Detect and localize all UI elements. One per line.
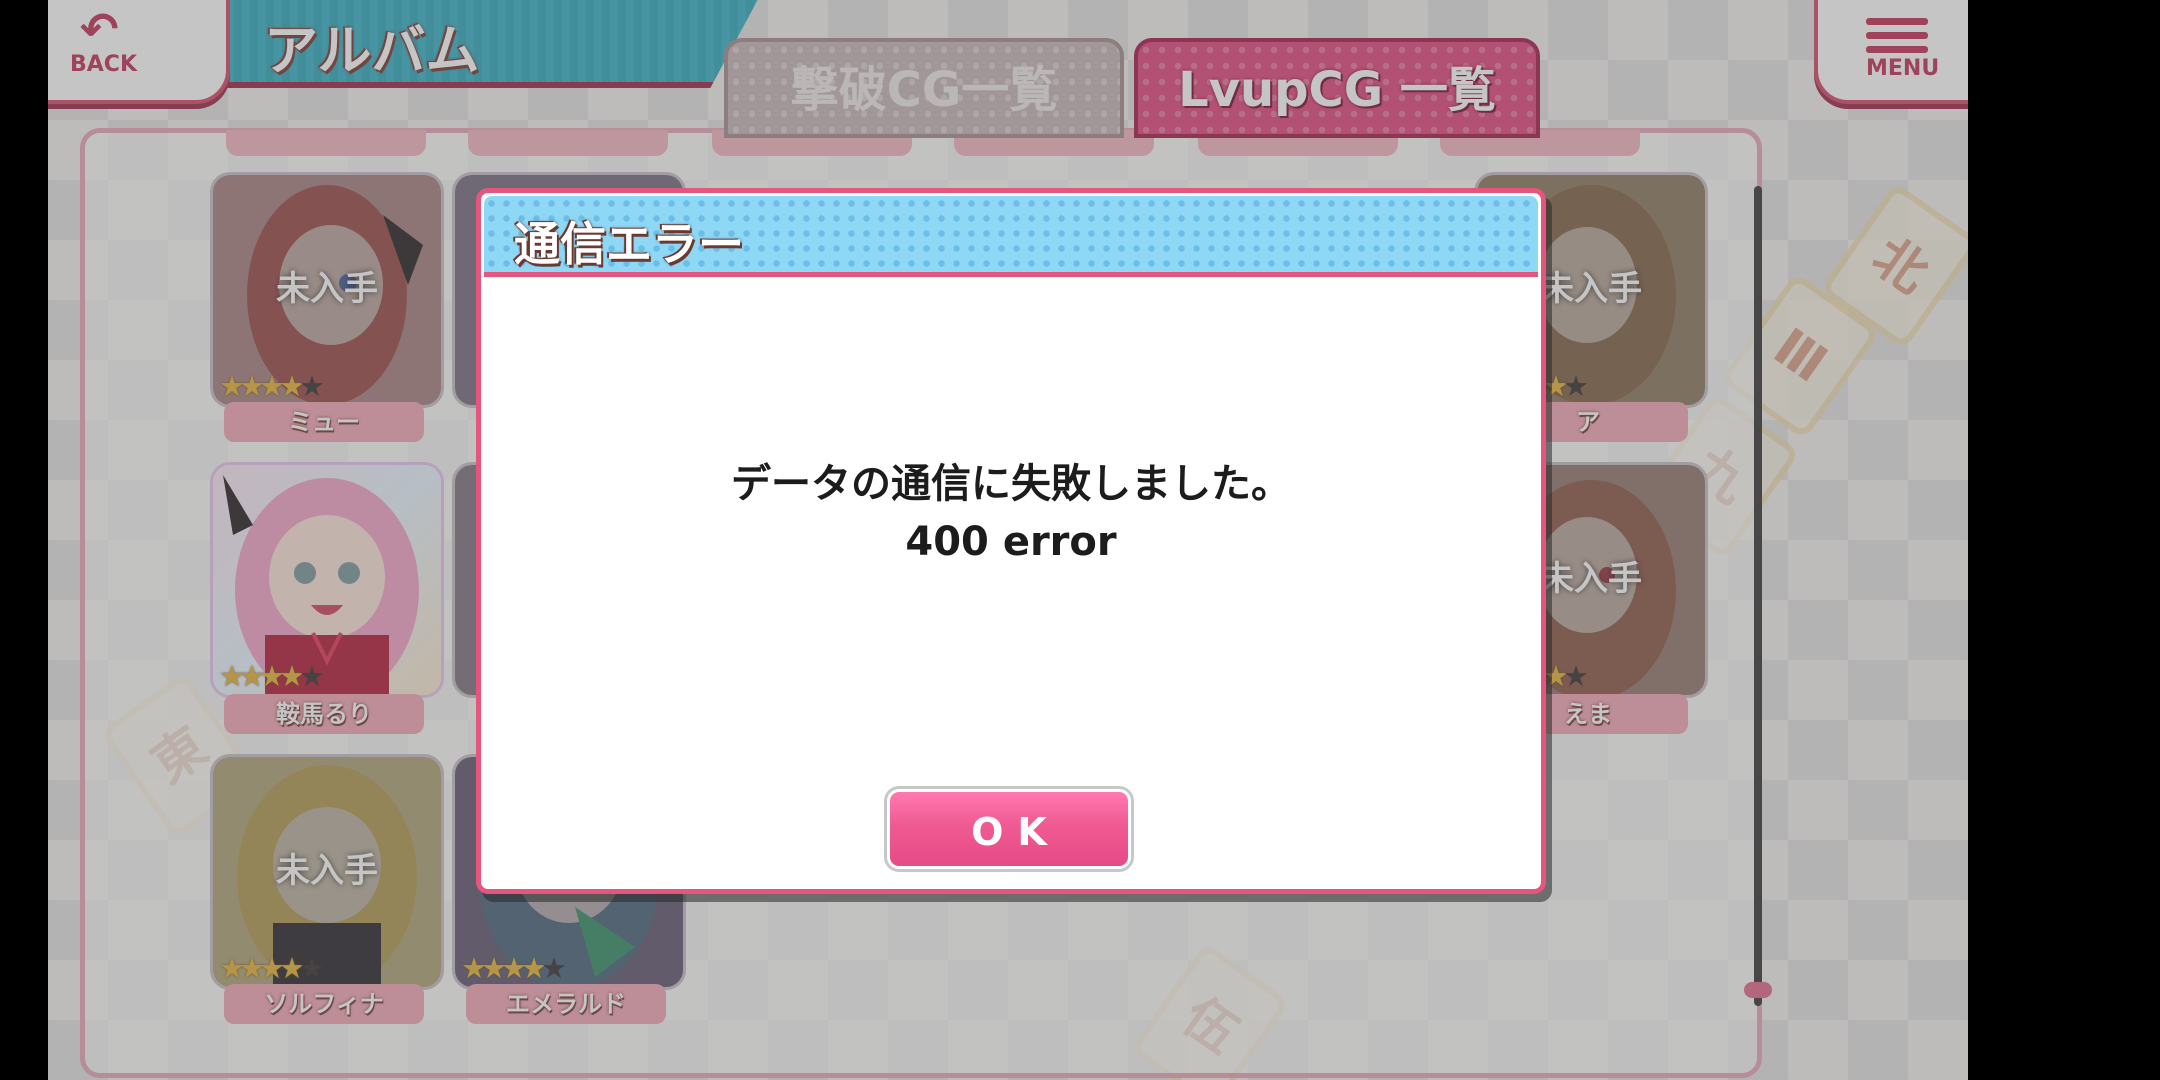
error-dialog: 通信エラー データの通信に失敗しました。 400 error OK [476,188,1546,894]
dialog-header: 通信エラー [484,196,1538,277]
game-screen: 北 Ⅲ 九 東 伍 未入手 ★★★★★ ミュー [48,0,1968,1080]
dialog-title: 通信エラー [514,217,744,271]
ok-button[interactable]: OK [884,786,1134,872]
error-code: 400 error [905,519,1117,565]
error-message: データの通信に失敗しました。 [731,461,1291,507]
dialog-message: データの通信に失敗しました。 400 error [481,455,1541,571]
